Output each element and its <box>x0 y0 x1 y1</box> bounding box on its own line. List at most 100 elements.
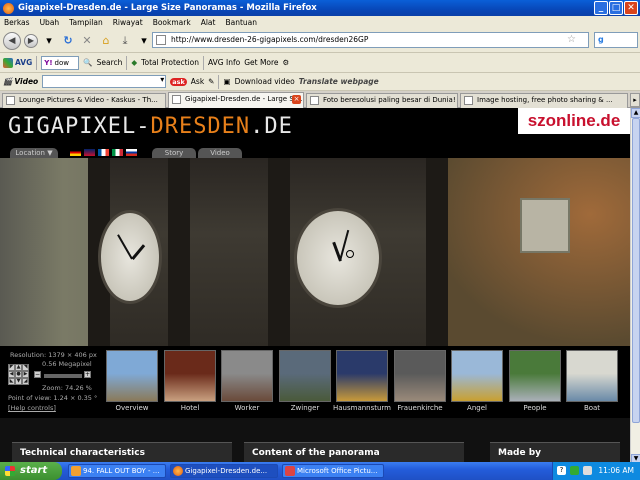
ask-icon[interactable]: ask <box>170 77 187 86</box>
download-video-button[interactable]: Download video <box>235 77 295 86</box>
volume-icon[interactable] <box>583 466 592 475</box>
pan-right-icon[interactable]: ▶ <box>22 371 29 378</box>
tab-gigapixel[interactable]: Gigapixel-Dresden.de - Large Si... × <box>168 92 304 108</box>
zoom-slider[interactable] <box>44 374 82 378</box>
menu-bantuan[interactable]: Bantuan <box>225 18 257 27</box>
site-logo[interactable]: GIGAPIXEL-DRESDEN.DE <box>8 114 293 139</box>
story-tab[interactable]: Story <box>152 148 196 158</box>
avg-logo[interactable]: AVG <box>3 57 32 68</box>
navigation-toolbar: ◀ ▶ ▾ ↻ ✕ ⌂ ⤓ ▾ http://www.dresden-26-gi… <box>0 29 640 53</box>
vertical-scrollbar[interactable]: ▲ ▼ <box>630 108 640 464</box>
thumbnail-frauenkirche[interactable] <box>394 350 446 402</box>
szonline-logo[interactable]: szonline.de <box>518 108 630 134</box>
pan-down-right-icon[interactable]: ◢ <box>22 378 29 385</box>
content-panel[interactable]: Content of the panorama <box>244 442 464 464</box>
page-favicon-icon <box>156 35 166 45</box>
clock-hand <box>117 234 133 260</box>
ask-button[interactable]: Ask <box>191 77 204 86</box>
pan-center-icon[interactable]: ● <box>15 371 22 378</box>
technical-characteristics-panel[interactable]: Technical characteristics <box>12 442 232 464</box>
german-flag-icon[interactable] <box>70 149 81 156</box>
total-protection-button[interactable]: Total Protection <box>141 58 199 67</box>
thumbnail-boat[interactable] <box>566 350 618 402</box>
video-tab[interactable]: Video <box>198 148 242 158</box>
thumbnail-label: Frauenkirche <box>397 404 443 412</box>
tab-close-icon[interactable]: × <box>292 95 301 104</box>
menu-alat[interactable]: Alat <box>201 18 216 27</box>
partner-label: szonline.de <box>527 111 621 130</box>
tab-scroll-icon[interactable]: ▸ <box>630 93 640 107</box>
menu-berkas[interactable]: Berkas <box>4 18 30 27</box>
help-controls-link[interactable]: [Help controls] <box>8 403 56 413</box>
pan-up-left-icon[interactable]: ◤ <box>8 364 15 371</box>
tower-pillar <box>268 158 290 346</box>
pan-down-icon[interactable]: ▼ <box>15 378 22 385</box>
uk-flag-icon[interactable] <box>84 149 95 156</box>
tab-image-hosting[interactable]: Image hosting, free photo sharing & ... <box>460 93 628 108</box>
pan-up-right-icon[interactable]: ◥ <box>22 364 29 371</box>
minimize-button[interactable]: _ <box>594 1 608 15</box>
yahoo-search-field[interactable]: Y! dow <box>41 55 80 70</box>
history-dropdown-icon[interactable]: ▾ <box>41 33 57 49</box>
made-by-panel[interactable]: Made by <box>490 442 620 464</box>
network-icon[interactable] <box>570 466 579 475</box>
bookmark-star-icon[interactable]: ☆ <box>567 33 576 47</box>
zoom-out-icon[interactable]: − <box>34 371 41 378</box>
italian-flag-icon[interactable] <box>112 149 123 156</box>
menu-riwayat[interactable]: Riwayat <box>113 18 143 27</box>
tab-foto[interactable]: Foto beresolusi paling besar di Dunia! <box>306 93 458 108</box>
download-dropdown-icon[interactable]: ▾ <box>136 33 152 49</box>
pan-control-pad: ◤ ▲ ◥ ◀ ● ▶ ◣ ▼ ◢ <box>8 364 30 386</box>
avg-search-button[interactable]: Search <box>97 58 123 67</box>
home-icon[interactable]: ⌂ <box>98 33 114 49</box>
russian-flag-icon[interactable] <box>126 149 137 156</box>
start-button[interactable]: start <box>0 462 62 480</box>
task-firefox[interactable]: Gigapixel-Dresden.de... <box>170 464 278 478</box>
thumbnail-angel[interactable] <box>451 350 503 402</box>
scroll-thumb[interactable] <box>632 118 640 423</box>
thumbnail-worker[interactable] <box>221 350 273 402</box>
clock[interactable]: 11:06 AM <box>598 466 634 475</box>
close-button[interactable]: ✕ <box>624 1 638 15</box>
thumbnail-hausmannsturm[interactable] <box>336 350 388 402</box>
thumbnail-zwinger[interactable] <box>279 350 331 402</box>
pencil-icon[interactable]: ✎ <box>208 77 214 86</box>
panorama-viewer[interactable] <box>0 158 630 346</box>
tab-kaskus[interactable]: Lounge Pictures & Video - Kaskus - Th... <box>2 93 166 108</box>
thumbnail-overview[interactable] <box>106 350 158 402</box>
site-header: GIGAPIXEL-DRESDEN.DE szonline.de Locatio… <box>0 108 630 158</box>
reload-icon[interactable]: ↻ <box>60 33 76 49</box>
menu-bookmark[interactable]: Bookmark <box>153 18 191 27</box>
avg-info-button[interactable]: AVG Info <box>208 58 240 67</box>
task-office-picture[interactable]: Microsoft Office Pictu... <box>282 464 384 478</box>
task-winamp[interactable]: 94. FALL OUT BOY - ... <box>68 464 166 478</box>
translate-webpage-button[interactable]: Translate webpage <box>299 77 379 86</box>
thumbnail-people[interactable] <box>509 350 561 402</box>
url-bar[interactable]: http://www.dresden-26-gigapixels.com/dre… <box>152 32 589 48</box>
menu-ubah[interactable]: Ubah <box>40 18 60 27</box>
back-icon[interactable]: ◀ <box>3 31 21 50</box>
pan-up-icon[interactable]: ▲ <box>15 364 22 371</box>
thumbnail-hotel[interactable] <box>164 350 216 402</box>
help-icon[interactable]: ? <box>557 466 566 475</box>
stop-icon[interactable]: ✕ <box>79 33 95 49</box>
forward-icon[interactable]: ▶ <box>24 33 38 48</box>
search-engine-box[interactable]: g <box>594 32 638 48</box>
zoom-in-icon[interactable]: + <box>84 371 91 378</box>
video-search-input[interactable] <box>42 75 167 88</box>
get-more-button[interactable]: Get More <box>244 58 278 67</box>
tab-label: Lounge Pictures & Video - Kaskus - Th... <box>19 96 158 104</box>
logo-part-dresden: DRESDEN <box>150 114 251 139</box>
video-tab-label: Video <box>210 149 230 157</box>
maximize-button[interactable]: □ <box>609 1 623 15</box>
zoom-text: Zoom: 74.26 % <box>42 384 92 392</box>
pan-left-icon[interactable]: ◀ <box>8 371 15 378</box>
french-flag-icon[interactable] <box>98 149 109 156</box>
location-menu[interactable]: Location ▼ <box>10 148 58 158</box>
download-icon[interactable]: ⤓ <box>117 33 133 49</box>
pan-down-left-icon[interactable]: ◣ <box>8 378 15 385</box>
scroll-up-icon[interactable]: ▲ <box>631 108 640 118</box>
search-icon[interactable]: 🔍 <box>83 58 92 67</box>
settings-icon[interactable]: ⚙ <box>283 58 290 67</box>
menu-tampilan[interactable]: Tampilan <box>69 18 103 27</box>
